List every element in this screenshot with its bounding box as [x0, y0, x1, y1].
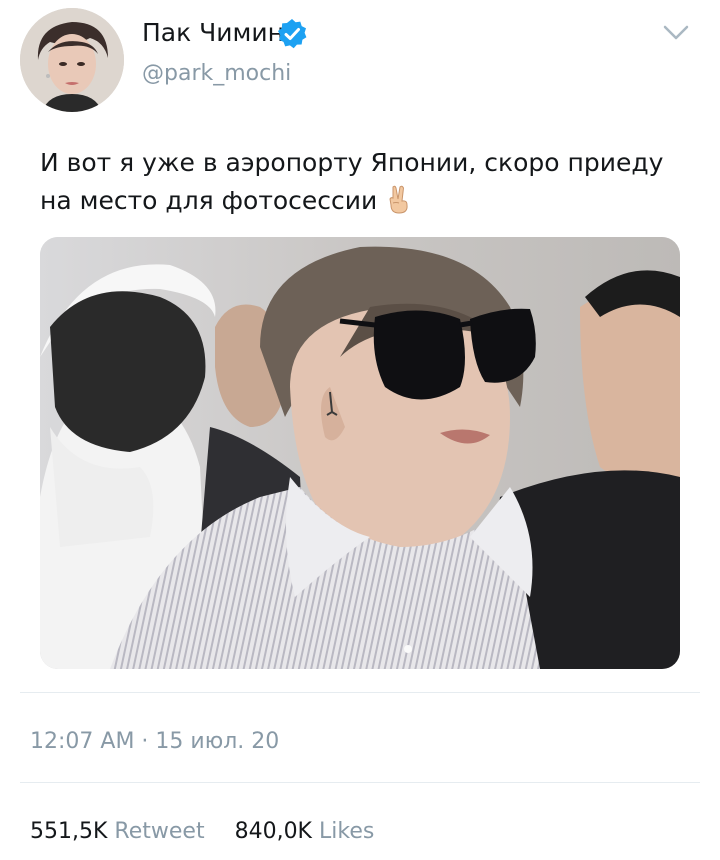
display-name[interactable]: Пак Чимин. [142, 18, 292, 48]
tweet-text: И вот я уже в аэропорту Японии, скоро пр… [40, 144, 690, 220]
retweets-label: Retweet [114, 819, 205, 844]
retweets-count: 551,5K [30, 819, 108, 844]
likes-count: 840,0K [234, 819, 312, 844]
user-handle[interactable]: @park_mochi [142, 60, 291, 88]
divider-bottom [20, 782, 700, 783]
tweet-stats: 551,5K Retweet 840,0K Likes [30, 818, 374, 846]
victory-hand-emoji-icon [389, 185, 408, 214]
photo-icon [40, 237, 680, 669]
verified-badge-icon [278, 19, 307, 49]
likes-stat[interactable]: 840,0K Likes [228, 819, 375, 844]
tweet-text-body: И вот я уже в аэропорту Японии, скоро пр… [40, 148, 664, 215]
tweet-timestamp[interactable]: 12:07 AM · 15 июл. 20 [30, 728, 279, 756]
tweet-photo[interactable] [40, 237, 680, 669]
retweets-stat[interactable]: 551,5K Retweet [30, 819, 212, 844]
avatar-photo-icon [20, 8, 124, 112]
chevron-down-icon[interactable] [660, 20, 692, 46]
divider-top [20, 692, 700, 693]
avatar[interactable] [20, 8, 124, 112]
likes-label: Likes [319, 819, 375, 844]
